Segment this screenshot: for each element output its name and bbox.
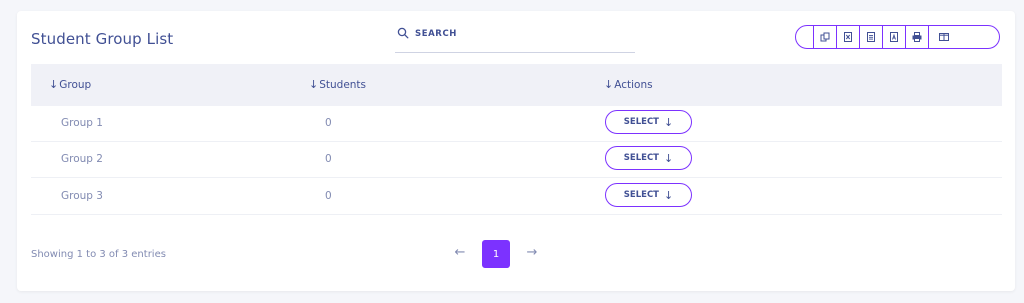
table-row: Group 2 0 SELECT ↓	[31, 142, 1002, 178]
select-dropdown-button[interactable]: SELECT ↓	[605, 110, 692, 134]
table-row: Group 1 0 SELECT ↓	[31, 106, 1002, 142]
search-box	[395, 25, 635, 53]
excel-file-icon	[844, 32, 852, 42]
select-dropdown-button[interactable]: SELECT ↓	[605, 183, 692, 207]
print-icon	[912, 32, 922, 42]
students-count-cell: 0	[325, 190, 332, 202]
copy-icon	[820, 32, 830, 42]
search-icon	[397, 27, 409, 39]
search-input[interactable]	[415, 25, 625, 43]
entries-info: Showing 1 to 3 of 3 entries	[31, 249, 166, 260]
csv-button[interactable]	[859, 26, 882, 48]
sort-arrow-icon: ↓	[49, 78, 59, 91]
columns-icon	[939, 33, 949, 41]
chevron-down-icon: ↓	[663, 115, 674, 129]
previous-page-button[interactable]: ←	[452, 245, 468, 260]
students-count-cell: 0	[325, 117, 332, 129]
copy-button[interactable]	[813, 26, 836, 48]
page-1-button[interactable]: 1	[482, 240, 510, 268]
export-toolbar	[795, 25, 1000, 49]
table-row: Group 3 0 SELECT ↓	[31, 179, 1002, 215]
chevron-down-icon: ↓	[663, 151, 674, 165]
print-button[interactable]	[905, 26, 928, 48]
group-name-cell: Group 2	[61, 153, 103, 165]
select-dropdown-button[interactable]: SELECT ↓	[605, 146, 692, 170]
table-header: ↓ Group ↓ Students ↓ Actions	[31, 64, 1002, 106]
columns-button[interactable]	[928, 26, 959, 48]
sort-arrow-icon: ↓	[309, 78, 319, 91]
column-header-actions[interactable]: ↓ Actions	[604, 78, 653, 91]
next-page-button[interactable]: →	[524, 245, 540, 260]
sort-arrow-icon: ↓	[604, 78, 614, 91]
pdf-button[interactable]	[882, 26, 905, 48]
student-group-card: Student Group List SEARCH ↓ Group ↓ Stud…	[17, 11, 1015, 291]
students-count-cell: 0	[325, 153, 332, 165]
group-name-cell: Group 1	[61, 117, 103, 129]
column-header-group[interactable]: ↓ Group	[49, 78, 91, 91]
pdf-file-icon	[890, 32, 898, 42]
group-name-cell: Group 3	[61, 190, 103, 202]
csv-file-icon	[867, 32, 875, 42]
page-title: Student Group List	[31, 30, 174, 48]
column-header-students[interactable]: ↓ Students	[309, 78, 366, 91]
chevron-down-icon: ↓	[663, 188, 674, 202]
excel-button[interactable]	[836, 26, 859, 48]
